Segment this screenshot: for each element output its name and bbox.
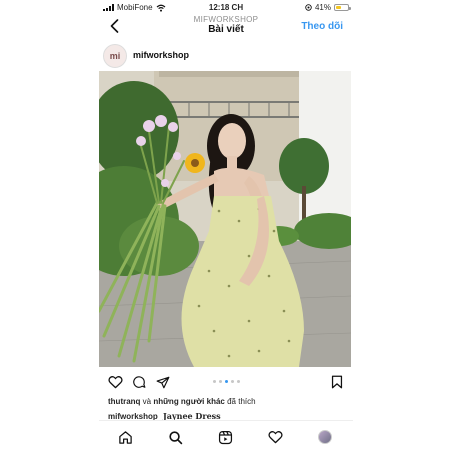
carousel-dot [230,380,234,383]
carousel-dot [236,380,240,383]
post-username[interactable]: mifworkshop [133,50,189,60]
battery-icon [334,4,351,11]
battery-percent: 41% [314,3,331,12]
save-button[interactable] [329,374,345,390]
carousel-dot [218,380,222,383]
home-icon [118,430,132,444]
location-icon [305,4,312,11]
caption-username[interactable]: mifworkshop [108,412,158,420]
tab-profile[interactable] [316,428,334,446]
post-actions [99,372,353,392]
chevron-left-icon [110,19,118,33]
likes-text: thutranq và những người khác đã thích [108,397,256,406]
nav-titles: MIFWORKSHOP Bài viết [159,15,293,36]
status-bar: MobiFone 12:18 CH 41% [99,0,353,14]
tab-home[interactable] [116,428,134,446]
post-header: mi mifworkshop [99,41,353,71]
likes-suffix: đã thích [227,397,256,406]
tab-search[interactable] [166,428,184,446]
status-right: 41% [305,3,351,12]
nav-header: MIFWORKSHOP Bài viết Theo dõi [99,14,353,40]
carousel-dot [212,380,216,383]
bookmark-icon [331,375,343,389]
liked-by-user[interactable]: thutranq [108,397,140,406]
follow-button[interactable]: Theo dõi [301,21,343,32]
reels-icon [218,430,232,444]
avatar[interactable]: mi [103,44,127,68]
search-icon [168,430,182,444]
account-name: MIFWORKSHOP [193,15,259,24]
liked-by-others[interactable]: những người khác [153,397,225,406]
post-photo[interactable] [99,71,351,367]
caption-text: Jaynee Dress [163,411,221,420]
photo-illustration [99,71,351,367]
carousel-dot-active [224,380,228,383]
tab-reels[interactable] [216,428,234,446]
battery-fill [336,6,341,9]
caption: mifworkshop Jaynee Dress [108,411,221,420]
tab-activity[interactable] [266,428,284,446]
page-title: Bài viết [208,24,244,36]
profile-avatar [318,430,332,444]
carousel-dots [99,380,353,383]
back-button[interactable] [107,17,121,35]
likes-connector: và [142,397,152,406]
heart-icon [267,431,283,444]
tab-bar [99,420,353,450]
